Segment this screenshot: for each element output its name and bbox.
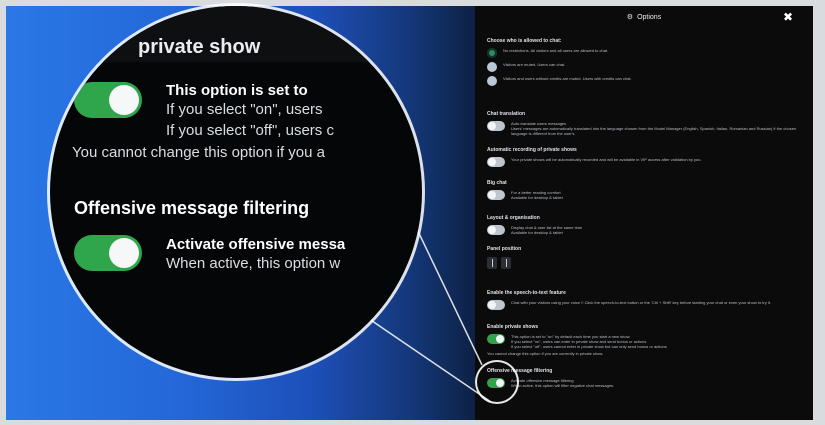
toggle-desc: If you select "off", users cannot enter … (511, 344, 667, 349)
panel-right-button[interactable] (501, 257, 511, 269)
section-offensive-filter: Offensive message filtering Activate off… (487, 368, 799, 388)
toggle-desc: Available for desktop & tablet (511, 195, 563, 200)
section-panel-position: Panel position (487, 246, 799, 269)
radio-button[interactable] (487, 76, 497, 86)
panel-title-text: Options (637, 13, 662, 21)
toggle-desc: Users' messages are automatically transl… (511, 126, 797, 136)
toggle-row[interactable]: Chat with your visitors using your voice… (487, 300, 799, 310)
magnifier-target-circle (477, 362, 517, 402)
section-title: Automatic recording of private shows (487, 147, 577, 153)
radio-row-3[interactable]: Visitors and users without credits are m… (487, 76, 799, 86)
magnifier-heading: Offensive message filtering (74, 198, 310, 218)
magnifier-line-3: If you select "off", users c (166, 122, 334, 139)
toggle-desc: Available for desktop & tablet (511, 230, 563, 235)
screenshot-stage: ⚙ Options ✖ Choose who is allowed to cha… (0, 0, 825, 425)
radio-row-1[interactable]: No restrictions. All visitors and all us… (487, 48, 799, 58)
toggle-row[interactable]: This option is set to "on" by default ea… (487, 334, 799, 349)
section-layout: Layout & organisation Display chat & use… (487, 215, 799, 235)
panel-title: ⚙ Options (626, 13, 662, 22)
gear-icon: ⚙ (626, 14, 634, 21)
magnifier-label: Activate offensive messa (166, 236, 346, 253)
section-who-can-chat: Choose who is allowed to chat: No restri… (487, 38, 799, 86)
section-title: Choose who is allowed to chat: (487, 38, 562, 44)
radio-button[interactable] (487, 48, 497, 58)
magnifier-offensive-toggle (74, 235, 142, 271)
section-speech-to-text: Enable the speech-to-text feature Chat w… (487, 290, 799, 310)
layout-toggle[interactable] (487, 225, 505, 235)
radio-label: No restrictions. All visitors and all us… (503, 48, 609, 53)
magnifier-desc: When active, this option w (166, 255, 341, 272)
toggle-row[interactable]: Auto-translate users messages Users' mes… (487, 121, 799, 136)
radio-label: Visitors are muted. Users can chat. (503, 62, 566, 67)
private-shows-toggle[interactable] (487, 334, 505, 344)
toggle-row[interactable]: Display chat & user list at the same tim… (487, 225, 799, 235)
section-chat-translation: Chat translation Auto-translate users me… (487, 111, 799, 136)
section-title: Layout & organisation (487, 215, 540, 221)
close-button[interactable]: ✖ (781, 10, 795, 24)
toggle-desc: Your private shows will be automatically… (511, 157, 702, 162)
magnifier-content: private show This option is set to If yo… (50, 6, 422, 378)
big-chat-toggle[interactable] (487, 190, 505, 200)
magnifier-section-title: private show (138, 36, 261, 58)
section-title: Enable private shows (487, 324, 539, 330)
recording-toggle[interactable] (487, 157, 505, 167)
options-panel: ⚙ Options ✖ Choose who is allowed to cha… (475, 6, 813, 420)
section-private-shows: Enable private shows This option is set … (487, 324, 799, 356)
magnifier-line-4: You cannot change this option if you a (72, 144, 325, 161)
speech-toggle[interactable] (487, 300, 505, 310)
frame-right (811, 0, 825, 425)
toggle-row[interactable]: Your private shows will be automatically… (487, 157, 799, 167)
panel-left-button[interactable] (487, 257, 497, 269)
toggle-row[interactable]: Activate offensive message filtering Whe… (487, 378, 799, 388)
section-title: Enable the speech-to-text feature (487, 290, 566, 296)
translation-toggle[interactable] (487, 121, 505, 131)
frame-left (0, 0, 6, 425)
radio-row-2[interactable]: Visitors are muted. Users can chat. (487, 62, 799, 72)
toggle-row[interactable]: For a better reading comfort Available f… (487, 190, 799, 200)
frame-bottom (0, 420, 825, 425)
section-title: Big chat (487, 180, 507, 186)
panel-position-buttons (487, 257, 799, 269)
magnifier-line-1: This option is set to (166, 82, 308, 99)
magnifier-private-toggle (74, 82, 142, 118)
section-recording: Automatic recording of private shows You… (487, 147, 799, 167)
section-title: Panel position (487, 246, 522, 252)
panel-header: ⚙ Options ✖ (475, 6, 813, 28)
radio-button[interactable] (487, 62, 497, 72)
toggle-desc: You cannot change this option if you are… (487, 351, 604, 356)
radio-label: Visitors and users without credits are m… (503, 76, 632, 81)
section-title: Offensive message filtering (487, 368, 553, 374)
section-title: Chat translation (487, 111, 526, 117)
magnifier-lens: private show This option is set to If yo… (50, 6, 422, 378)
toggle-desc: When active, this option will filter neg… (511, 383, 615, 388)
toggle-desc: Chat with your visitors using your voice… (511, 300, 771, 305)
magnifier-line-2: If you select "on", users (166, 101, 323, 118)
section-big-chat: Big chat For a better reading comfort Av… (487, 180, 799, 200)
